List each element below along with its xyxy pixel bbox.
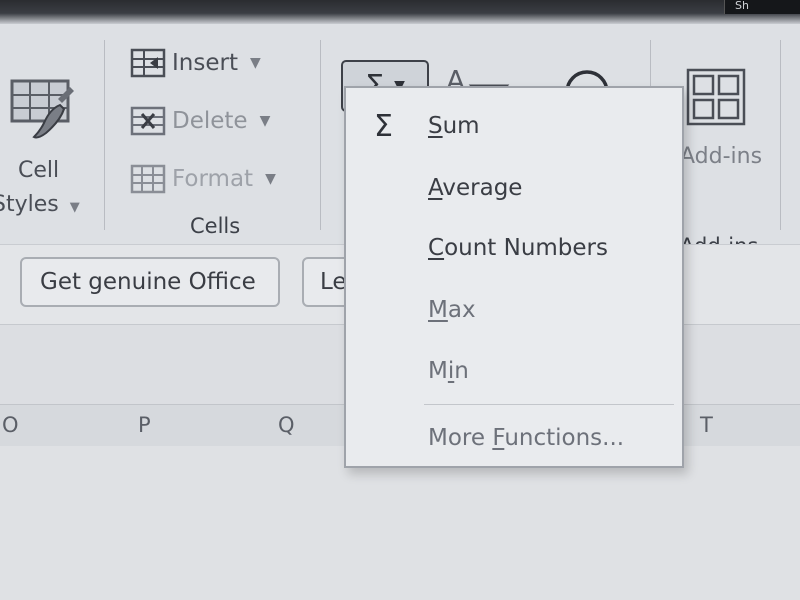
menu-item-label: Min bbox=[428, 358, 469, 384]
cell-styles-brush-icon[interactable] bbox=[10, 79, 74, 151]
cell-styles-label-2: Styles bbox=[0, 192, 59, 217]
chevron-down-icon: ▼ bbox=[265, 171, 276, 187]
menu-separator bbox=[424, 404, 674, 405]
column-header-p[interactable]: P bbox=[138, 413, 151, 437]
column-header-o[interactable]: O bbox=[2, 413, 19, 437]
ribbon-divider bbox=[320, 40, 321, 230]
insert-cells-icon bbox=[130, 48, 166, 78]
ribbon-divider bbox=[780, 40, 781, 230]
cell-styles-label-1: Cell bbox=[18, 158, 60, 183]
cells-group-label: Cells bbox=[190, 214, 241, 238]
chevron-down-icon: ▼ bbox=[259, 113, 271, 129]
menu-item-sum[interactable]: Σ Sum bbox=[346, 100, 682, 152]
worksheet-grid[interactable] bbox=[0, 446, 800, 600]
chevron-down-icon: ▼ bbox=[249, 55, 261, 71]
menu-item-label: Count Numbers bbox=[428, 235, 608, 261]
format-cells-icon bbox=[130, 164, 166, 194]
learn-more-label: Le bbox=[320, 269, 347, 295]
window-corner-button[interactable]: Sh bbox=[724, 0, 800, 14]
menu-item-max[interactable]: Max bbox=[346, 284, 682, 336]
menu-item-label: Max bbox=[428, 297, 476, 323]
column-header-t[interactable]: T bbox=[700, 413, 713, 437]
menu-item-label: Average bbox=[428, 175, 523, 201]
column-header-q[interactable]: Q bbox=[278, 413, 295, 437]
sigma-icon: Σ bbox=[374, 108, 393, 144]
menu-item-label: More Functions... bbox=[428, 425, 625, 451]
menu-item-more-functions[interactable]: More Functions... bbox=[346, 412, 682, 464]
format-label: Format bbox=[172, 166, 254, 192]
chevron-down-icon: ▼ bbox=[69, 200, 80, 215]
insert-label: Insert bbox=[172, 50, 238, 76]
menu-item-count-numbers[interactable]: Count Numbers bbox=[346, 222, 682, 274]
delete-cells-icon bbox=[130, 106, 166, 136]
menu-item-label: Sum bbox=[428, 113, 480, 139]
ribbon-divider bbox=[104, 40, 105, 230]
title-bar: Sh bbox=[0, 0, 800, 24]
menu-item-min[interactable]: Min bbox=[346, 345, 682, 397]
format-button[interactable]: Format ▼ bbox=[130, 164, 276, 194]
delete-label: Delete bbox=[172, 108, 248, 134]
insert-button[interactable]: Insert ▼ bbox=[130, 48, 261, 78]
addins-grid-icon[interactable] bbox=[686, 68, 746, 130]
autosum-dropdown-menu: Σ Sum Average Count Numbers Max Min More… bbox=[344, 86, 684, 468]
menu-item-average[interactable]: Average bbox=[346, 162, 682, 214]
delete-button[interactable]: Delete ▼ bbox=[130, 106, 270, 136]
excel-window: Sh Cell Styles ▼ bbox=[0, 0, 800, 600]
window-corner-label: Sh bbox=[735, 0, 749, 12]
get-genuine-office-label: Get genuine Office bbox=[40, 269, 256, 295]
addins-button[interactable]: Add-ins bbox=[680, 144, 762, 169]
cell-styles-button[interactable]: Cell Styles ▼ bbox=[0, 154, 80, 225]
get-genuine-office-button[interactable]: Get genuine Office bbox=[20, 257, 280, 307]
